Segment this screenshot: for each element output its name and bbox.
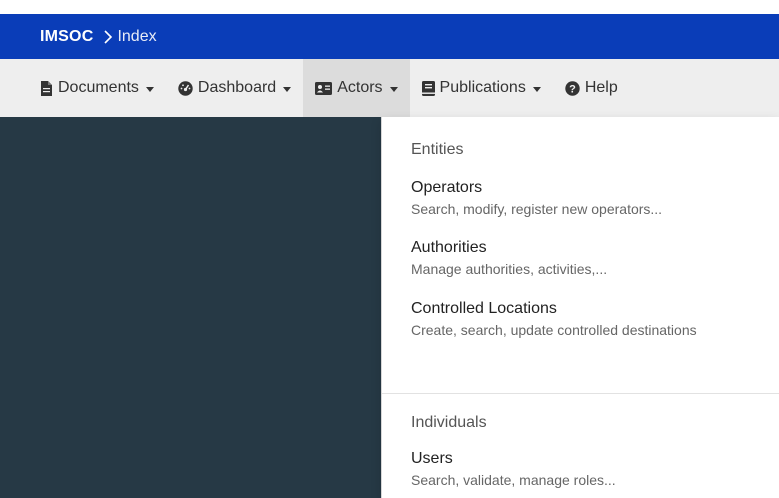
side-panel — [0, 117, 381, 498]
menu-item-title: Controlled Locations — [411, 300, 557, 317]
nav-dashboard-label: Dashboard — [197, 79, 277, 96]
nav-help-menu[interactable]: ? Help — [553, 59, 630, 117]
question-circle-icon: ? — [565, 80, 580, 96]
dashboard-icon — [178, 80, 193, 96]
caret-down-icon — [283, 86, 292, 92]
caret-down-icon — [145, 86, 154, 92]
caret-down-icon — [532, 86, 541, 92]
menu-item-authorities[interactable]: Authorities Manage authorities, activiti… — [411, 238, 751, 280]
svg-text:?: ? — [569, 83, 576, 95]
nav-documents-label: Documents — [58, 79, 139, 96]
menu-item-controlled-locations[interactable]: Controlled Locations Create, search, upd… — [411, 299, 751, 341]
menu-item-users[interactable]: Users Search, validate, manage roles... — [411, 449, 751, 491]
menu-item-title: Operators — [411, 179, 483, 196]
nav-publications-menu[interactable]: Publications — [410, 59, 553, 117]
chevron-right-icon — [103, 29, 113, 44]
id-card-icon — [315, 81, 333, 95]
nav-help-label: Help — [584, 79, 618, 96]
main-navbar: Documents Dashboard Actors Publications … — [0, 59, 779, 117]
book-icon — [421, 80, 435, 96]
section-divider — [382, 393, 779, 394]
menu-item-description: Search, modify, register new operators..… — [411, 201, 663, 217]
menu-item-description: Create, search, update controlled destin… — [411, 322, 697, 338]
actors-dropdown-menu: Entities Operators Search, modify, regis… — [381, 117, 779, 498]
nav-actors-menu[interactable]: Actors — [303, 59, 410, 117]
app-brand[interactable]: IMSOC — [40, 28, 93, 46]
top-header-bar: IMSOC Index — [0, 14, 779, 59]
caret-down-icon — [389, 86, 398, 92]
section-header-individuals: Individuals — [411, 414, 487, 431]
nav-actors-label: Actors — [337, 79, 383, 96]
nav-dashboard-menu[interactable]: Dashboard — [166, 59, 303, 117]
section-header-entities: Entities — [411, 141, 464, 158]
breadcrumb-index[interactable]: Index — [117, 28, 156, 46]
nav-documents-menu[interactable]: Documents — [0, 59, 166, 117]
menu-item-description: Search, validate, manage roles... — [411, 472, 616, 488]
menu-item-description: Manage authorities, activities,... — [411, 261, 608, 277]
menu-item-operators[interactable]: Operators Search, modify, register new o… — [411, 178, 751, 220]
nav-publications-label: Publications — [439, 79, 526, 96]
menu-item-title: Authorities — [411, 239, 487, 256]
menu-item-title: Users — [411, 450, 453, 467]
document-icon — [40, 80, 53, 96]
